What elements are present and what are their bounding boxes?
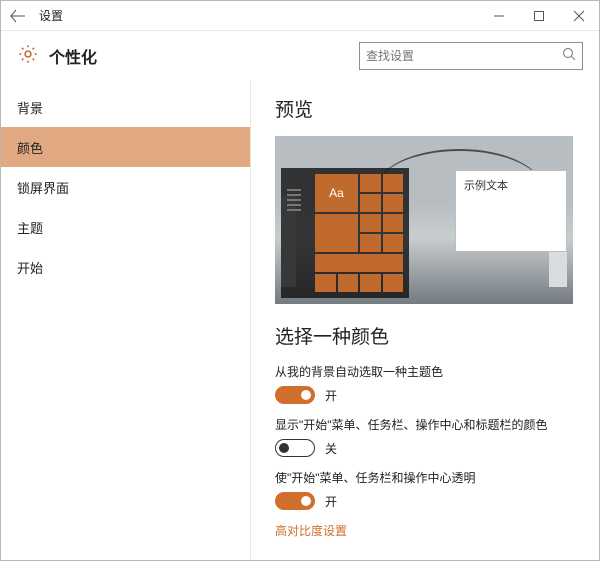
sidebar-item-themes[interactable]: 主题 bbox=[1, 207, 250, 247]
window-title: 设置 bbox=[35, 7, 479, 24]
page-title: 个性化 bbox=[49, 44, 97, 68]
titlebar: 设置 bbox=[1, 1, 599, 31]
header: 个性化 bbox=[1, 31, 599, 81]
preview-thumbnail: Aa 示例文本 bbox=[275, 136, 573, 304]
option-show-color-label: 显示"开始"菜单、任务栏、操作中心和标题栏的颜色 bbox=[275, 416, 579, 433]
sidebar-item-start[interactable]: 开始 bbox=[1, 247, 250, 287]
preview-sample-text: 示例文本 bbox=[456, 171, 566, 199]
preview-start-panel: Aa bbox=[281, 168, 409, 298]
preview-tile: Aa bbox=[315, 174, 358, 212]
sidebar: 背景 颜色 锁屏界面 主题 开始 bbox=[1, 81, 251, 560]
sidebar-item-lockscreen[interactable]: 锁屏界面 bbox=[1, 167, 250, 207]
minimize-button[interactable] bbox=[479, 1, 519, 31]
option-transparency-label: 使"开始"菜单、任务栏和操作中心透明 bbox=[275, 469, 579, 486]
close-button[interactable] bbox=[559, 1, 599, 31]
toggle-show-color[interactable] bbox=[275, 439, 315, 457]
toggle-auto-accent[interactable] bbox=[275, 386, 315, 404]
toggle-transparency[interactable] bbox=[275, 492, 315, 510]
high-contrast-link[interactable]: 高对比度设置 bbox=[275, 522, 579, 539]
search-input[interactable] bbox=[366, 49, 562, 63]
preview-heading: 预览 bbox=[275, 95, 579, 122]
maximize-button[interactable] bbox=[519, 1, 559, 31]
gear-icon bbox=[17, 43, 39, 70]
toggle-auto-accent-state: 开 bbox=[325, 387, 337, 404]
preview-sample-window: 示例文本 bbox=[455, 170, 567, 252]
choose-color-heading: 选择一种颜色 bbox=[275, 322, 579, 349]
back-button[interactable] bbox=[1, 1, 35, 31]
option-auto-accent-label: 从我的背景自动选取一种主题色 bbox=[275, 363, 579, 380]
toggle-show-color-state: 关 bbox=[325, 440, 337, 457]
toggle-transparency-state: 开 bbox=[325, 493, 337, 510]
content: 预览 Aa 示例文本 bbox=[251, 81, 599, 560]
search-box[interactable] bbox=[359, 42, 583, 70]
sidebar-item-colors[interactable]: 颜色 bbox=[1, 127, 250, 167]
search-icon bbox=[562, 47, 576, 66]
sidebar-item-background[interactable]: 背景 bbox=[1, 87, 250, 127]
